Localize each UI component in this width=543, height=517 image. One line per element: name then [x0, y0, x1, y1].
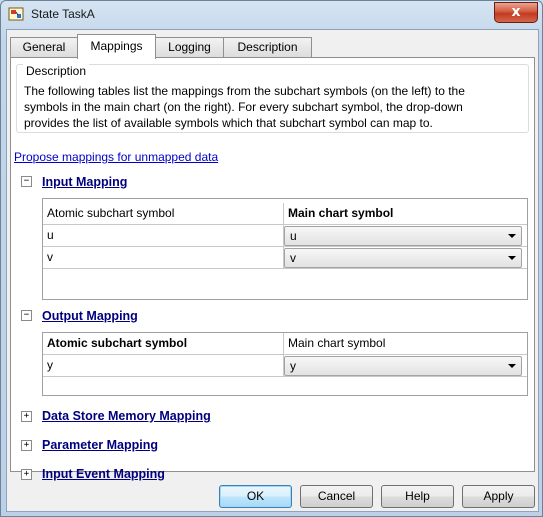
output-mapping-collapse-icon[interactable]: − [21, 310, 32, 321]
description-text: The following tables list the mappings f… [24, 83, 524, 131]
table-row-symbol: u [43, 225, 284, 247]
input-mapping-table: Atomic subchart symbol Main chart symbol… [42, 198, 528, 300]
main-chart-symbol-dropdown[interactable]: v [284, 248, 522, 268]
dropdown-value: v [290, 251, 296, 265]
chevron-down-icon [508, 364, 516, 368]
tab-description[interactable]: Description [223, 37, 312, 58]
dropdown-value: u [290, 229, 297, 243]
table-row-mapped-cell: v [284, 247, 527, 269]
input-mapping-collapse-icon[interactable]: − [21, 176, 32, 187]
column-header-subchart-symbol: Atomic subchart symbol [43, 203, 284, 225]
mappings-panel: Description The following tables list th… [10, 57, 535, 481]
dialog-client-area: General Mappings Logging Description Des… [6, 29, 539, 512]
title-bar[interactable]: State TaskA x [1, 1, 542, 27]
description-line: provides the list of available symbols w… [24, 116, 433, 130]
tab-mappings[interactable]: Mappings [77, 34, 156, 59]
propose-mappings-link[interactable]: Propose mappings for unmapped data [14, 150, 218, 164]
close-button[interactable]: x [494, 2, 538, 23]
description-line: The following tables list the mappings f… [24, 84, 465, 98]
simulink-app-icon [8, 6, 24, 22]
table-row-symbol: v [43, 247, 284, 269]
input-mapping-title[interactable]: Input Mapping [42, 175, 127, 189]
input-event-mapping-title[interactable]: Input Event Mapping [42, 467, 165, 481]
chevron-down-icon [508, 256, 516, 260]
tab-general[interactable]: General [10, 37, 78, 58]
main-chart-symbol-dropdown[interactable]: u [284, 226, 522, 246]
cancel-button[interactable]: Cancel [300, 485, 373, 508]
dropdown-value: y [290, 359, 296, 373]
parameter-mapping-expand-icon[interactable]: + [21, 440, 32, 451]
output-mapping-table: Atomic subchart symbol Main chart symbol… [42, 332, 528, 396]
ok-button[interactable]: OK [219, 485, 292, 508]
column-header-subchart-symbol: Atomic subchart symbol [43, 333, 284, 355]
data-store-memory-mapping-title[interactable]: Data Store Memory Mapping [42, 409, 211, 423]
description-group: Description The following tables list th… [16, 64, 529, 133]
input-event-mapping-expand-icon[interactable]: + [21, 469, 32, 480]
description-legend: Description [23, 64, 90, 78]
chevron-down-icon [508, 234, 516, 238]
tab-logging[interactable]: Logging [155, 37, 224, 58]
column-header-main-chart-symbol: Main chart symbol [284, 333, 527, 355]
table-row-symbol: y [43, 355, 284, 377]
help-button[interactable]: Help [381, 485, 454, 508]
output-mapping-title[interactable]: Output Mapping [42, 309, 138, 323]
main-chart-symbol-dropdown[interactable]: y [284, 356, 522, 376]
column-header-main-chart-symbol: Main chart symbol [284, 203, 527, 225]
dialog-window: State TaskA x General Mappings Logging D… [0, 0, 543, 517]
table-row-mapped-cell: y [284, 355, 527, 377]
close-icon: x [511, 4, 521, 20]
parameter-mapping-title[interactable]: Parameter Mapping [42, 438, 158, 452]
data-store-memory-mapping-expand-icon[interactable]: + [21, 411, 32, 422]
window-title: State TaskA [31, 7, 95, 21]
table-row-mapped-cell: u [284, 225, 527, 247]
description-line: symbols in the main chart (on the right)… [24, 100, 463, 114]
apply-button[interactable]: Apply [462, 485, 535, 508]
